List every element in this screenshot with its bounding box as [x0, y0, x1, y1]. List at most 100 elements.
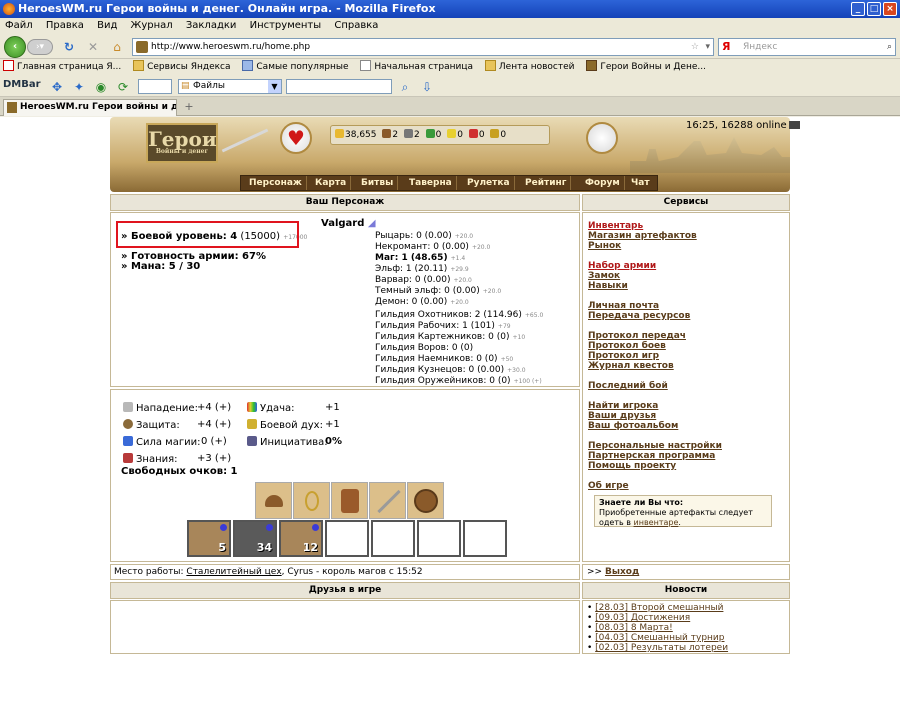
dm-gear-icon[interactable]: ✥ — [50, 80, 64, 94]
service-link[interactable]: Персональные настройки — [588, 441, 722, 451]
bookmark-item[interactable]: Лента новостей — [484, 60, 574, 72]
dm-globe-icon[interactable]: ◉ — [94, 80, 108, 94]
service-link[interactable]: Об игре — [588, 481, 722, 491]
shield-icon — [123, 419, 133, 429]
game-logo[interactable]: Герои Войны и денег — [146, 123, 218, 163]
news-item[interactable]: • [02.03] Результаты лотереи — [587, 643, 789, 653]
bookmark-item[interactable]: Начальная страница — [360, 60, 473, 72]
menu-file[interactable]: Файл — [5, 20, 33, 31]
nav-map[interactable]: Карта — [311, 176, 352, 190]
menu-help[interactable]: Справка — [334, 20, 378, 31]
search-icon[interactable]: ⌕ — [887, 39, 892, 55]
maximize-button[interactable]: □ — [867, 2, 881, 16]
sulfur-value: 0 — [457, 130, 463, 140]
flask-icon[interactable] — [586, 122, 618, 154]
dm-mini-field[interactable] — [138, 79, 172, 94]
service-link[interactable]: Рынок — [588, 241, 722, 251]
bookmark-item[interactable]: Самые популярные — [242, 60, 349, 72]
service-link[interactable]: Последний бой — [588, 381, 722, 391]
dm-refresh-icon[interactable]: ⟳ — [116, 80, 130, 94]
bookmark-item[interactable]: Герои Войны и Дене... — [586, 60, 706, 72]
navigation-toolbar: ‹ ›▾ ↻ ✕ ⌂ http://www.heroeswm.ru/home.p… — [0, 33, 900, 59]
star-bookmark-icon[interactable]: ☆ — [691, 39, 699, 55]
equip-helmet-slot[interactable] — [255, 482, 292, 519]
service-link[interactable]: Протокол игр — [588, 351, 722, 361]
ore-icon — [403, 129, 413, 138]
bookmark-item[interactable]: Сервисы Яндекса — [133, 60, 231, 72]
nav-chat[interactable]: Чат — [627, 176, 654, 190]
service-link[interactable]: Помощь проекту — [588, 461, 722, 471]
news-item[interactable]: • [08.03] 8 Марта! — [587, 623, 789, 633]
workplace-link[interactable]: Сталелитейный цех — [186, 567, 281, 577]
service-link[interactable]: Партнерская программа — [588, 451, 722, 461]
close-button[interactable]: × — [883, 2, 897, 16]
service-link[interactable]: Передача ресурсов — [588, 311, 722, 321]
nav-tavern[interactable]: Таверна — [405, 176, 457, 190]
menu-tools[interactable]: Инструменты — [250, 20, 322, 31]
service-link[interactable]: Личная почта — [588, 301, 722, 311]
search-input[interactable]: Я Яндекс ⌕ — [718, 38, 896, 56]
service-link[interactable]: Навыки — [588, 281, 722, 291]
army-slot[interactable] — [371, 520, 415, 557]
home-icon[interactable]: ⌂ — [110, 40, 124, 54]
back-arrow-icon[interactable]: ‹ — [4, 36, 26, 58]
news-item[interactable]: • [09.03] Достижения — [587, 613, 789, 623]
dm-tools-icon[interactable]: ✦ — [72, 80, 86, 94]
army-slot[interactable]: 5 — [187, 520, 231, 557]
service-link[interactable]: Протокол боев — [588, 341, 722, 351]
nav-rating[interactable]: Рейтинг — [521, 176, 572, 190]
news-item[interactable]: • [28.03] Второй смешанный — [587, 603, 789, 613]
nav-character[interactable]: Персонаж — [245, 176, 307, 190]
equip-armor-slot[interactable] — [331, 482, 368, 519]
new-tab-button[interactable]: + — [180, 100, 198, 114]
service-link[interactable]: Инвентарь — [588, 221, 722, 231]
service-link[interactable]: Ваш фотоальбом — [588, 421, 722, 431]
nav-roulette[interactable]: Рулетка — [463, 176, 515, 190]
army-slot[interactable]: 34 — [233, 520, 277, 557]
equip-weapon-slot[interactable] — [369, 482, 406, 519]
equip-shield-slot[interactable] — [407, 482, 444, 519]
service-link[interactable]: Набор армии — [588, 261, 722, 271]
equip-amulet-slot[interactable] — [293, 482, 330, 519]
army-slot[interactable] — [325, 520, 369, 557]
service-link[interactable]: Протокол передач — [588, 331, 722, 341]
reload-icon[interactable]: ↻ — [62, 40, 76, 54]
news-item[interactable]: • [04.03] Смешанный турнир — [587, 633, 789, 643]
service-link[interactable]: Ваши друзья — [588, 411, 722, 421]
army-slot[interactable]: 12 — [279, 520, 323, 557]
tab-heroeswm[interactable]: HeroesWM.ru Герои войны и денег. ... — [3, 99, 177, 116]
services-group: Об игре — [588, 481, 722, 491]
heart-icon[interactable]: ♥ — [280, 122, 312, 154]
service-link[interactable]: Журнал квестов — [588, 361, 722, 371]
stop-icon[interactable]: ✕ — [86, 40, 100, 54]
wings-icon — [247, 419, 257, 429]
friends-section-title: Друзья в игре — [110, 582, 580, 599]
minimize-button[interactable]: _ — [851, 2, 865, 16]
character-name[interactable]: Valgard ◢ — [321, 218, 376, 229]
tip-inventory-link[interactable]: инвентаре — [634, 518, 679, 527]
online-counter: 16:25, 16288 online — [686, 120, 800, 131]
exit-link[interactable]: Выход — [605, 567, 639, 577]
service-link[interactable]: Найти игрока — [588, 401, 722, 411]
menu-bookmarks[interactable]: Закладки — [186, 20, 237, 31]
hourglass-icon — [247, 436, 257, 446]
bookmark-item[interactable]: Главная страница Я... — [3, 60, 121, 72]
army-slot[interactable] — [463, 520, 507, 557]
dm-download-icon[interactable]: ⇩ — [420, 80, 434, 94]
nav-battles[interactable]: Битвы — [357, 176, 399, 190]
mage-class-icon: ◢ — [367, 218, 376, 229]
forward-arrow-icon[interactable]: ›▾ — [27, 39, 53, 55]
service-link[interactable]: Замок — [588, 271, 722, 281]
dm-search-icon[interactable]: ⌕ — [398, 80, 412, 94]
nav-forum[interactable]: Форум — [581, 176, 625, 190]
url-bar[interactable]: http://www.heroeswm.ru/home.php ☆ ▾ — [132, 38, 714, 56]
menu-view[interactable]: Вид — [97, 20, 117, 31]
dm-input[interactable] — [286, 79, 392, 94]
chevron-down-icon: ▼ — [268, 80, 281, 93]
service-link[interactable]: Магазин артефактов — [588, 231, 722, 241]
url-dropdown-icon[interactable]: ▾ — [705, 39, 710, 55]
menu-history[interactable]: Журнал — [131, 20, 173, 31]
dm-select[interactable]: ▤ Файлы ▼ — [178, 79, 282, 94]
menu-edit[interactable]: Правка — [46, 20, 84, 31]
army-slot[interactable] — [417, 520, 461, 557]
